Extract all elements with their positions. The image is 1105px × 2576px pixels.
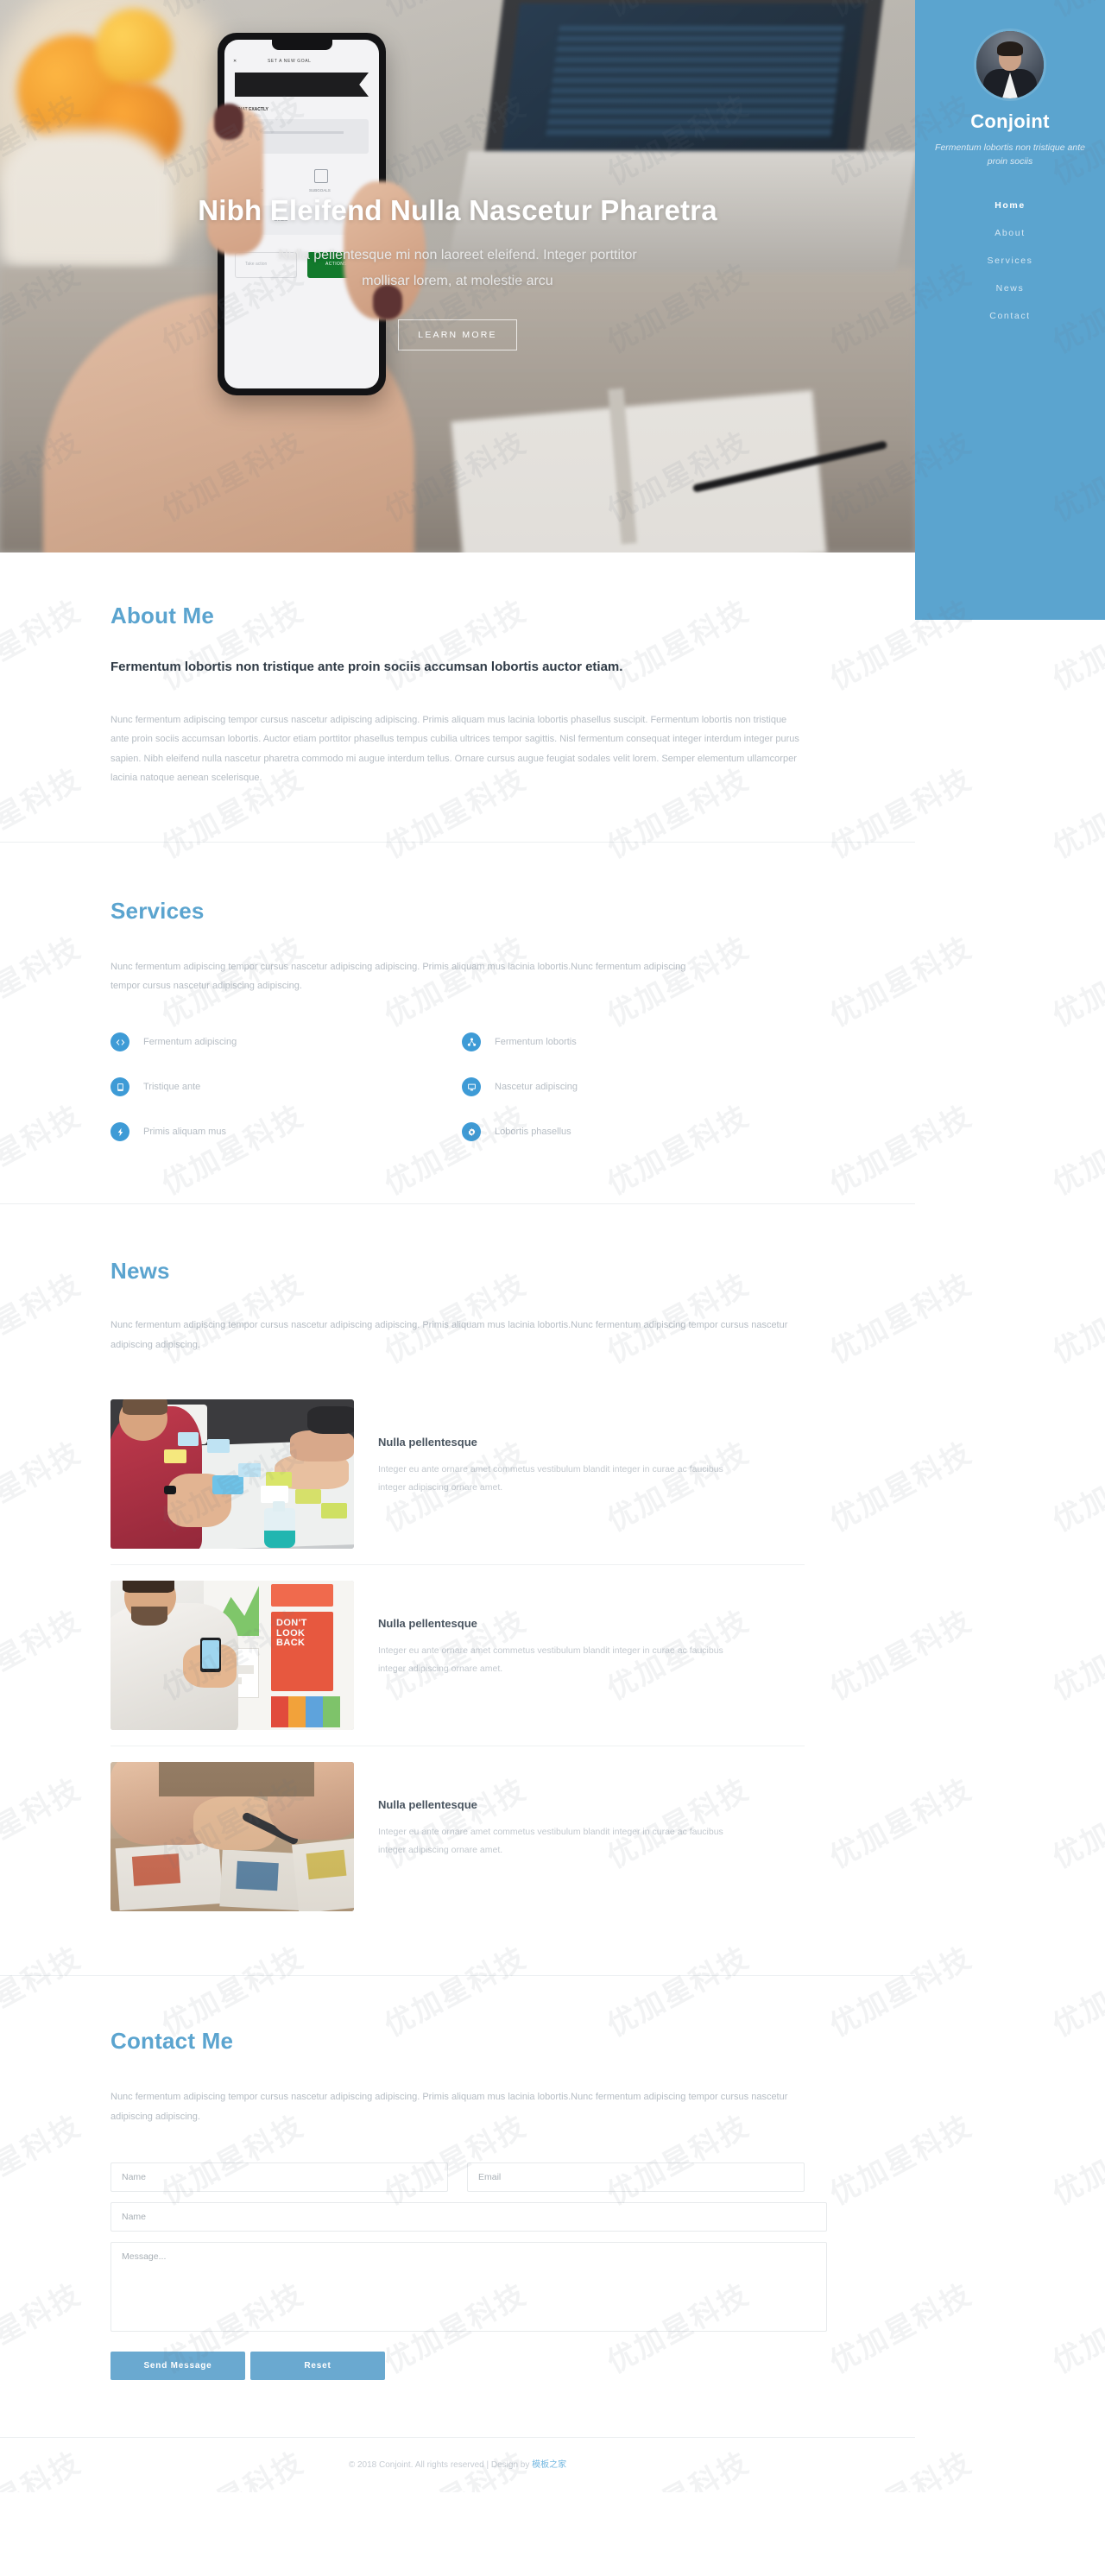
footer: © 2018 Conjoint. All rights reserved | D… — [0, 2418, 915, 2492]
news-item-text: Integer eu ante ornare amet commetus ves… — [378, 1464, 723, 1493]
about-title: About Me — [110, 603, 215, 628]
dont-look-back-poster-photo: DON'T LOOK BACK — [110, 1581, 354, 1731]
news-item-heading: Nulla pellentesque — [378, 1617, 477, 1631]
service-item-tristique-ante[interactable]: Tristique ante — [110, 1077, 453, 1097]
reset-button[interactable]: Reset — [250, 2352, 385, 2381]
gear-icon — [462, 1122, 481, 1142]
send-message-button[interactable]: Send Message — [110, 2352, 245, 2381]
message-textarea[interactable] — [110, 2242, 827, 2333]
service-label: Fermentum adipiscing — [143, 1037, 237, 1048]
service-item-lobortis-phasellus[interactable]: Lobortis phasellus — [462, 1122, 805, 1142]
news-title: News — [110, 1258, 170, 1285]
service-label: Fermentum lobortis — [495, 1037, 577, 1048]
service-label: Nascetur adipiscing — [495, 1082, 578, 1093]
workshop-sticky-notes-photo — [110, 1399, 354, 1550]
desktop-icon — [462, 1077, 481, 1097]
service-item-primis-aliquam-mus[interactable]: Primis aliquam mus — [110, 1122, 453, 1142]
contact-section: Contact Me Nunc fermentum adipiscing tem… — [0, 1976, 915, 2418]
service-label: Lobortis phasellus — [495, 1127, 571, 1138]
sidebar-nav: Home About Services News Contact — [915, 192, 1105, 330]
learn-more-button[interactable]: LEARN MORE — [398, 319, 517, 350]
site-tagline: Fermentum lobortis non tristique ante pr… — [935, 142, 1085, 167]
copyright-text: © 2018 Conjoint. All rights reserved | D… — [348, 2460, 533, 2471]
service-item-nascetur-adipiscing[interactable]: Nascetur adipiscing — [462, 1077, 805, 1097]
hero-content: Nibh Eleifend Nulla Nascetur Pharetra Nu… — [0, 0, 915, 552]
news-list-item[interactable]: Nulla pellentesque Integer eu ante ornar… — [110, 1384, 805, 1564]
bolt-icon — [110, 1122, 129, 1142]
news-item-heading: Nulla pellentesque — [378, 1798, 477, 1812]
sidebar-item-contact[interactable]: Contact — [915, 302, 1105, 330]
contact-form: Send Message Reset — [110, 2162, 827, 2381]
contact-paragraph: Nunc fermentum adipiscing tempor cursus … — [110, 2092, 788, 2122]
site-brand: Conjoint — [970, 110, 1050, 132]
news-list-item[interactable]: Nulla pellentesque Integer eu ante ornar… — [110, 1746, 805, 1927]
designer-desk-photo — [110, 1762, 354, 1912]
news-item-text: Integer eu ante ornare amet commetus ves… — [378, 1827, 723, 1855]
sidebar: Conjoint Fermentum lobortis non tristiqu… — [915, 0, 1105, 620]
share-nodes-icon — [462, 1032, 481, 1052]
sidebar-item-home[interactable]: Home — [915, 192, 1105, 219]
news-list-item[interactable]: DON'T LOOK BACK Nulla pellentesque Integer… — [110, 1564, 805, 1746]
subject-input[interactable] — [110, 2202, 827, 2232]
news-item-text: Integer eu ante ornare amet commetus ves… — [378, 1645, 723, 1674]
about-section: About Me Fermentum lobortis non tristiqu… — [0, 552, 915, 842]
email-input[interactable] — [467, 2162, 805, 2193]
service-item-fermentum-adipiscing[interactable]: Fermentum adipiscing — [110, 1032, 453, 1052]
footer-divider — [0, 2437, 915, 2439]
hero-banner: ✕ SET A NEW GOAL WHAT EXACTLY OFFLINE SU… — [0, 0, 915, 552]
code-icon — [110, 1032, 129, 1052]
hero-title: Nibh Eleifend Nulla Nascetur Pharetra — [198, 194, 717, 226]
contact-title: Contact Me — [110, 2028, 234, 2055]
profile-avatar — [976, 31, 1044, 98]
services-paragraph: Nunc fermentum adipiscing tempor cursus … — [110, 961, 686, 992]
services-grid: Fermentum adipiscing Fermentum lobortis … — [110, 1032, 805, 1142]
name-input[interactable] — [110, 2162, 448, 2193]
footer-text: © 2018 Conjoint. All rights reserved | D… — [0, 2457, 915, 2470]
design-credit-link[interactable]: 模板之家 — [532, 2460, 566, 2470]
about-paragraph: Nunc fermentum adipiscing tempor cursus … — [110, 714, 799, 784]
news-paragraph: Nunc fermentum adipiscing tempor cursus … — [110, 1320, 788, 1350]
service-item-fermentum-lobortis[interactable]: Fermentum lobortis — [462, 1032, 805, 1052]
sidebar-item-services[interactable]: Services — [915, 247, 1105, 275]
services-section: Services Nunc fermentum adipiscing tempo… — [0, 843, 915, 1203]
sidebar-item-about[interactable]: About — [915, 219, 1105, 247]
news-section: News Nunc fermentum adipiscing tempor cu… — [0, 1204, 915, 1975]
news-item-heading: Nulla pellentesque — [378, 1436, 477, 1449]
service-label: Tristique ante — [143, 1082, 201, 1093]
sidebar-item-news[interactable]: News — [915, 275, 1105, 302]
service-label: Primis aliquam mus — [143, 1127, 226, 1138]
about-lead: Fermentum lobortis non tristique ante pr… — [110, 660, 623, 674]
tablet-icon — [110, 1077, 129, 1097]
hero-subtitle: Nulla pellentesque mi non laoreet eleife… — [278, 248, 637, 289]
services-title: Services — [110, 897, 205, 924]
